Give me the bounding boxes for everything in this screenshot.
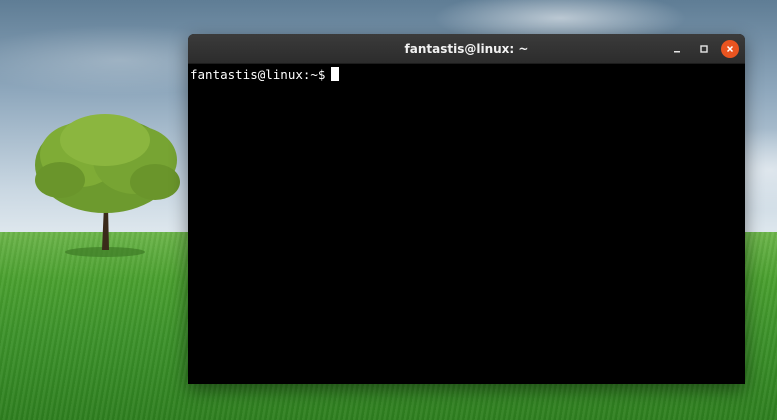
text-cursor bbox=[331, 67, 340, 81]
close-icon[interactable] bbox=[721, 39, 739, 58]
terminal-prompt: fantastis@linux:~$ bbox=[190, 67, 326, 82]
tree-image bbox=[35, 114, 180, 257]
maximize-icon[interactable] bbox=[694, 39, 713, 58]
terminal-output[interactable]: fantastis@linux:~$ bbox=[188, 64, 745, 86]
window-titlebar[interactable]: fantastis@linux: ~ bbox=[188, 34, 745, 64]
terminal-window[interactable]: fantastis@linux: ~ fantastis@linux:~$ bbox=[188, 34, 745, 384]
minimize-icon[interactable] bbox=[667, 39, 686, 58]
desktop-wallpaper: fantastis@linux: ~ fantastis@linux:~$ bbox=[0, 0, 777, 420]
window-title: fantastis@linux: ~ bbox=[404, 41, 529, 56]
window-controls bbox=[667, 39, 739, 58]
